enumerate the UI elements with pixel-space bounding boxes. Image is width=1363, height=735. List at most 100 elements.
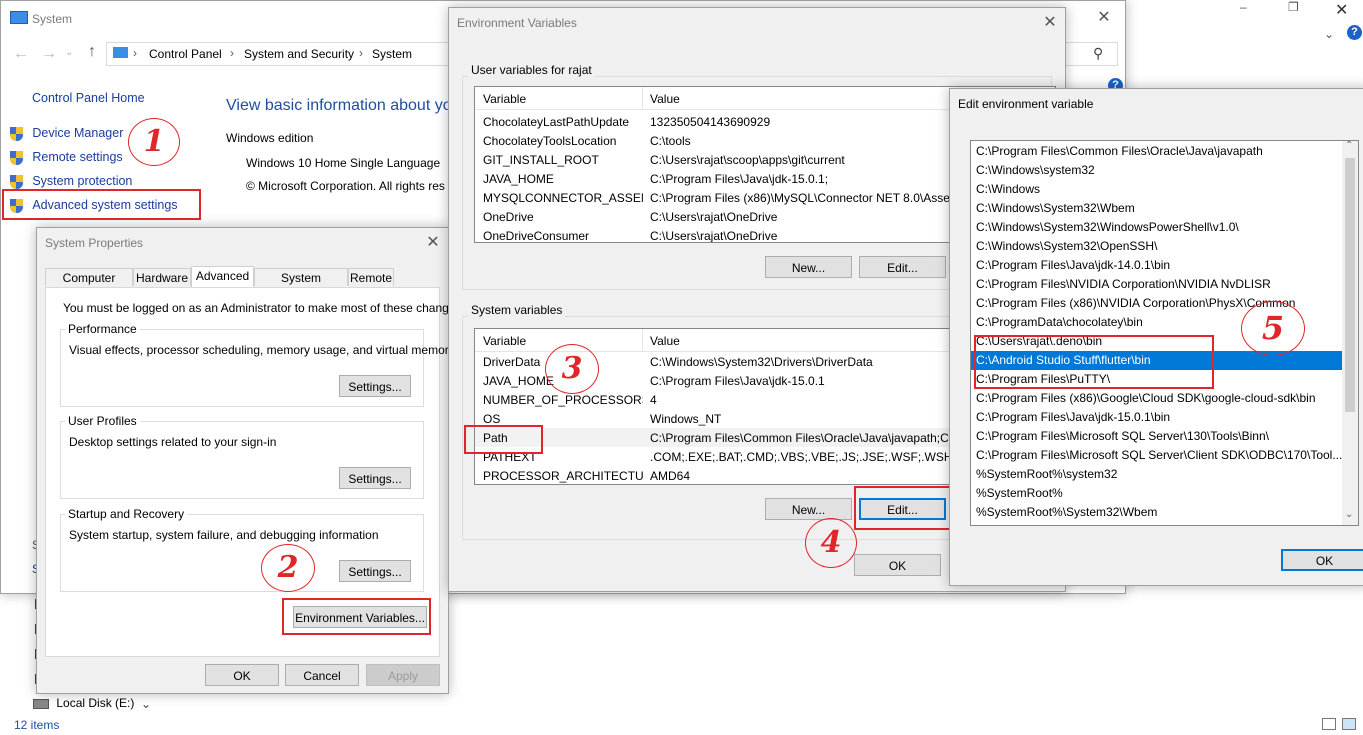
variable-name: NUMBER_OF_PROCESSORS [483,393,643,407]
breadcrumb-sep-icon: › [230,46,234,60]
tab-strip: Computer Name Hardware Advanced System P… [45,266,440,303]
variable-name: PROCESSOR_ARCHITECTURE [483,469,643,483]
system-new-button[interactable]: New... [765,498,852,520]
shield-icon [10,126,23,141]
group-label: Performance [65,322,140,336]
maximize-button[interactable]: ❐ [1288,0,1308,14]
scroll-up-icon[interactable]: ⌃ [1345,141,1353,151]
shield-icon [10,174,23,189]
tab-hardware[interactable]: Hardware [133,268,191,286]
group-desc: Desktop settings related to your sign-in [69,435,277,449]
annotation-step-2: 2 [261,544,315,592]
window-title: System [32,12,73,26]
dialog-title: System Properties [45,236,144,250]
scroll-down-icon[interactable]: ⌄ [1345,509,1353,520]
group-desc: Visual effects, processor scheduling, me… [69,343,455,357]
cancel-button[interactable]: Cancel [285,664,359,686]
minimize-button[interactable]: – [1240,0,1260,14]
search-icon[interactable]: ⚲ [1093,45,1103,62]
path-entry[interactable]: C:\Program Files\NVIDIA Corporation\NVID… [971,275,1342,294]
path-entry[interactable]: C:\Program Files\Microsoft SQL Server\13… [971,427,1342,446]
scrollbar-thumb[interactable] [1345,158,1355,412]
computer-icon [10,11,28,24]
column-header-value[interactable]: Value [650,92,680,106]
admin-note: You must be logged on as an Administrato… [63,301,465,315]
details-view-icon[interactable] [1322,718,1336,730]
tab-advanced[interactable]: Advanced [191,266,254,287]
annotation-step-3: 3 [545,344,599,394]
tab-remote[interactable]: Remote [348,268,394,286]
drive-item-local-disk-e[interactable]: Local Disk (E:) [33,696,134,710]
path-entry[interactable]: C:\Program Files\Microsoft SQL Server\Cl… [971,446,1342,465]
ok-button[interactable]: OK [205,664,279,686]
path-entry[interactable]: C:\Windows\System32\OpenSSH\ [971,237,1342,256]
column-divider [642,87,643,109]
chevron-down-icon[interactable]: ⌄ [1324,27,1334,41]
group-label: User variables for rajat [468,63,595,77]
group-label: User Profiles [65,414,140,428]
column-header-variable[interactable]: Variable [483,92,526,106]
forward-button[interactable]: → [41,45,57,63]
close-icon[interactable]: ✕ [1335,0,1348,20]
column-header-variable[interactable]: Variable [483,334,526,348]
page-heading: View basic information about yo [226,97,452,114]
user-profiles-settings-button[interactable]: Settings... [339,467,411,489]
path-entry[interactable]: %SystemRoot% [971,484,1342,503]
tab-computer-name[interactable]: Computer Name [45,268,133,303]
tab-system-protection[interactable]: System Protection [254,268,348,303]
dialog-title: Edit environment variable [958,97,1094,111]
user-new-button[interactable]: New... [765,256,852,278]
breadcrumb-system[interactable]: System [372,47,412,61]
variable-name: OneDriveConsumer [483,229,590,243]
apply-button[interactable]: Apply [366,664,440,686]
variable-name: OneDrive [483,210,534,224]
tiles-view-icon[interactable] [1342,718,1356,730]
close-icon[interactable]: ✕ [1089,3,1119,33]
path-entry[interactable]: C:\Windows\System32\WindowsPowerShell\v1… [971,218,1342,237]
path-entry[interactable]: C:\Windows\system32 [971,161,1342,180]
sidebar-item-label: System protection [32,174,133,188]
path-entry[interactable]: %SystemRoot%\system32 [971,465,1342,484]
breadcrumb-control-panel[interactable]: Control Panel [149,47,222,61]
path-entry[interactable]: C:\Program Files\Java\jdk-14.0.1\bin [971,256,1342,275]
expand-chevron-icon[interactable]: ⌄ [141,697,151,711]
variable-name: ChocolateyToolsLocation [483,134,617,148]
scrollbar[interactable]: ⌃ ⌄ [1342,141,1358,525]
edit-environment-variable-dialog: Edit environment variable C:\Program Fil… [949,88,1363,586]
performance-settings-button[interactable]: Settings... [339,375,411,397]
disk-icon [33,698,49,709]
path-entry[interactable]: C:\Program Files (x86)\Google\Cloud SDK\… [971,389,1342,408]
path-entry[interactable]: C:\Program Files\Java\jdk-15.0.1\bin [971,408,1342,427]
annotation-box-flutter-path [974,335,1214,389]
sidebar-item-remote-settings[interactable]: Remote settings [10,150,123,165]
annotation-step-1: 1 [128,118,180,166]
breadcrumb-sep-icon: › [359,46,363,60]
group-label: Startup and Recovery [65,507,188,521]
sidebar-control-panel-home[interactable]: Control Panel Home [32,91,145,105]
sidebar-item-device-manager[interactable]: Device Manager [10,126,123,141]
close-icon[interactable]: ✕ [418,228,448,258]
back-button[interactable]: ← [13,45,29,63]
path-entry[interactable]: C:\Windows [971,180,1342,199]
column-header-value[interactable]: Value [650,334,680,348]
startup-settings-button[interactable]: Settings... [339,560,411,582]
user-edit-button[interactable]: Edit... [859,256,946,278]
path-entry[interactable]: C:\Windows\System32\Wbem [971,199,1342,218]
ok-button[interactable]: OK [854,554,941,576]
breadcrumb-system-security[interactable]: System and Security [244,47,354,61]
variable-name: JAVA_HOME [483,172,554,186]
copyright-text: © Microsoft Corporation. All rights res [246,179,445,193]
drive-label: Local Disk (E:) [56,696,135,710]
group-desc: System startup, system failure, and debu… [69,528,379,542]
up-button[interactable]: ↑ [88,43,96,61]
close-icon[interactable]: ✕ [1035,8,1065,38]
shield-icon [10,150,23,165]
path-entry[interactable]: C:\Program Files\Common Files\Oracle\Jav… [971,142,1342,161]
recent-dropdown[interactable]: ⌄ [65,47,73,58]
ok-button[interactable]: OK [1281,549,1363,571]
sidebar-item-system-protection[interactable]: System protection [10,174,132,189]
path-entry[interactable]: %SystemRoot%\System32\Wbem [971,503,1342,522]
variable-name: OS [483,412,501,426]
help-icon[interactable]: ? [1347,25,1362,40]
column-divider [642,329,643,351]
